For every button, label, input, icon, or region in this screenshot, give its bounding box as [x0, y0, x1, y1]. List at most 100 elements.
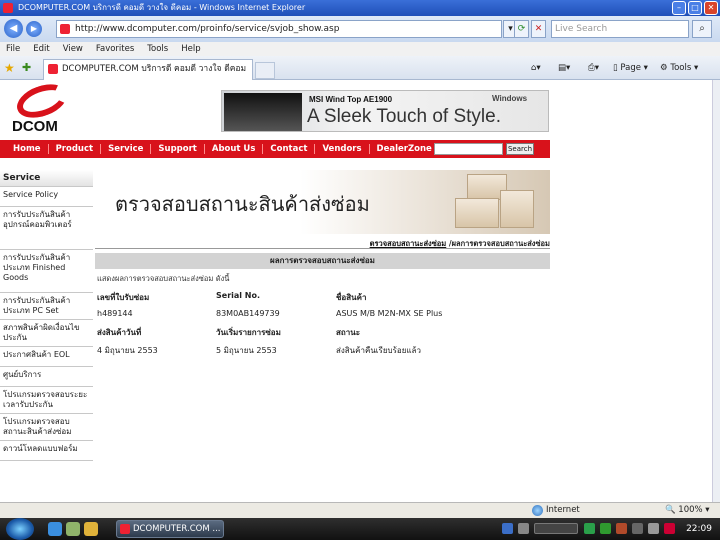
taskbar-ie-icon	[120, 524, 130, 534]
sidebar-item-check-warranty[interactable]: โปรแกรมตรวจสอบระยะเวลารับประกัน	[0, 387, 93, 414]
menu-help[interactable]: Help	[181, 42, 200, 56]
new-tab-button[interactable]	[255, 62, 275, 79]
sidebar-item-warranty-pc-set[interactable]: การรับประกันสินค้า ประเภท PC Set	[0, 293, 93, 320]
status-bar: Internet 🔍 100% ▾	[0, 502, 720, 518]
windows-logo: Windows	[492, 94, 528, 103]
label-serial: Serial No.	[216, 291, 261, 300]
tools-menu[interactable]: ⚙ Tools ▾	[660, 62, 698, 74]
address-url: http://www.dcomputer.com/proinfo/service…	[75, 24, 340, 34]
refresh-icon[interactable]: ⟳	[514, 20, 529, 38]
label-product: ชื่อสินค้า	[336, 293, 367, 302]
value-report-date: 5 มิถุนายน 2553	[216, 346, 277, 355]
nav-dealerzone[interactable]: DealerZone	[370, 144, 439, 154]
feeds-icon[interactable]: ▤▾	[558, 62, 570, 74]
zoom-level[interactable]: 🔍 100% ▾	[665, 503, 710, 518]
site-search-button[interactable]: Search	[506, 143, 534, 155]
sidebar-item-service-policy[interactable]: Service Policy	[0, 187, 93, 207]
sidebar-item-check-repair-status[interactable]: โปรแกรมตรวจสอบสถานะสินค้าส่งซ่อม	[0, 414, 93, 441]
ie-icon	[3, 3, 13, 13]
value-serial: 83M0AB149739	[216, 309, 280, 318]
menu-edit[interactable]: Edit	[33, 42, 49, 56]
tab-favicon-icon	[48, 64, 58, 74]
banner-slogan: A Sleek Touch of Style.	[307, 106, 501, 127]
tray-icon[interactable]	[616, 523, 627, 534]
nav-vendors[interactable]: Vendors	[315, 144, 370, 154]
favorites-star-icon[interactable]: ★	[4, 61, 15, 75]
site-navigation: Home Product Service Support About Us Co…	[0, 140, 550, 158]
menu-tools[interactable]: Tools	[147, 42, 168, 56]
show-desktop-icon[interactable]	[66, 522, 80, 536]
forward-arrow-icon[interactable]: ▶	[26, 21, 42, 37]
volume-icon[interactable]	[648, 523, 659, 534]
service-sidebar: Service Service Policy การรับประกันสินค้…	[0, 170, 93, 461]
label-report-date: วันเริ่มรายการซ่อม	[216, 328, 281, 337]
sidebar-item-warranty-finished-goods[interactable]: การรับประกันสินค้า ประเภท Finished Goods	[0, 250, 93, 293]
sidebar-item-warranty-parts[interactable]: การรับประกันสินค้า อุปกรณ์คอมพิวเตอร์	[0, 207, 93, 250]
stop-icon[interactable]: ✕	[531, 20, 546, 38]
address-input[interactable]: http://www.dcomputer.com/proinfo/service…	[56, 20, 502, 38]
nav-product[interactable]: Product	[49, 144, 102, 154]
clock: 22:09	[686, 524, 712, 534]
taskbar-item-ie[interactable]: DCOMPUTER.COM ...	[116, 520, 224, 538]
menu-view[interactable]: View	[63, 42, 83, 56]
minimize-button[interactable]: –	[672, 1, 686, 15]
vertical-scrollbar[interactable]	[712, 80, 720, 502]
site-favicon-icon	[60, 24, 70, 34]
folder-icon[interactable]	[84, 522, 98, 536]
advertisement-banner[interactable]: MSI Wind Top AE1900 A Sleek Touch of Sty…	[221, 90, 549, 132]
web-page: DCOM MSI Wind Top AE1900 A Sleek Touch o…	[0, 80, 712, 502]
box-image	[500, 190, 534, 228]
print-icon[interactable]: ⎙▾	[588, 62, 599, 74]
window-title-bar: DCOMPUTER.COM บริการดี คอมดี วางใจ ดีคอม…	[0, 0, 720, 16]
sidebar-item-download-forms[interactable]: ดาวน์โหลดแบบฟอร์ม	[0, 441, 93, 461]
result-header: ผลการตรวจสอบสถานะส่งซ่อม	[95, 253, 550, 269]
home-icon[interactable]: ⌂▾	[531, 62, 541, 74]
result-note: แสดงผลการตรวจสอบสถานะส่งซ่อม ดังนี้	[97, 274, 230, 283]
maximize-button[interactable]: □	[688, 1, 702, 15]
language-icon[interactable]	[502, 523, 513, 534]
tab-title: DCOMPUTER.COM บริการดี คอมดี วางใจ ดีคอม	[62, 64, 247, 74]
network-icon[interactable]	[632, 523, 643, 534]
breadcrumb-link[interactable]: ตรวจสอบสถานะส่งซ่อม	[370, 239, 447, 248]
value-job-no: h489144	[97, 309, 133, 318]
logo-text: DCOM	[12, 118, 58, 135]
start-button[interactable]	[6, 518, 34, 540]
sidebar-heading-service: Service	[0, 170, 93, 187]
tab-bar: ★ ✚ DCOMPUTER.COM บริการดี คอมดี วางใจ ด…	[0, 56, 720, 80]
menu-favorites[interactable]: Favorites	[96, 42, 134, 56]
back-arrow-icon[interactable]: ◀	[4, 19, 23, 38]
site-search-input[interactable]	[434, 143, 503, 155]
nav-support[interactable]: Support	[151, 144, 205, 154]
window-title: DCOMPUTER.COM บริการดี คอมดี วางใจ ดีคอม…	[18, 3, 306, 12]
windows-taskbar: DCOMPUTER.COM ... 22:09	[0, 518, 720, 540]
menu-bar: File Edit View Favorites Tools Help	[0, 42, 720, 56]
nav-service[interactable]: Service	[101, 144, 152, 154]
close-window-button[interactable]: ✕	[704, 1, 718, 15]
sidebar-item-invalid-warranty[interactable]: สภาพสินค้าผิดเงื่อนไขประกัน	[0, 320, 93, 347]
nav-about-us[interactable]: About Us	[205, 144, 264, 154]
ie-quicklaunch-icon[interactable]	[48, 522, 62, 536]
globe-icon	[532, 505, 543, 516]
hero-banner: ตรวจสอบสถานะสินค้าส่งซ่อม	[95, 170, 550, 234]
search-icon[interactable]: ⌕	[692, 20, 712, 38]
browser-tab[interactable]: DCOMPUTER.COM บริการดี คอมดี วางใจ ดีคอม	[43, 59, 253, 80]
box-image	[455, 198, 499, 228]
nav-contact[interactable]: Contact	[263, 144, 316, 154]
nav-home[interactable]: Home	[6, 144, 49, 154]
live-search-input[interactable]: Live Search	[551, 20, 689, 38]
menu-file[interactable]: File	[6, 42, 20, 56]
tray-arrow-icon[interactable]	[584, 523, 595, 534]
dcom-logo[interactable]: DCOM	[12, 80, 76, 136]
tray-icon[interactable]	[664, 523, 675, 534]
sidebar-item-eol[interactable]: ประกาศสินค้า EOL	[0, 347, 93, 367]
nero-search-icon[interactable]	[534, 523, 578, 534]
hero-title: ตรวจสอบสถานะสินค้าส่งซ่อม	[115, 192, 370, 216]
page-menu[interactable]: ▯ Page ▾	[613, 62, 648, 74]
tray-icon[interactable]	[600, 523, 611, 534]
value-status: ส่งสินค้าคืนเรียบร้อยแล้ว	[336, 346, 421, 355]
tray-icon[interactable]	[518, 523, 529, 534]
add-favorite-icon[interactable]: ✚	[22, 61, 31, 74]
breadcrumb-current: /ผลการตรวจสอบสถานะส่งซ่อม	[448, 239, 550, 248]
value-send-date: 4 มิถุนายน 2553	[97, 346, 158, 355]
sidebar-item-service-center[interactable]: ศูนย์บริการ	[0, 367, 93, 387]
